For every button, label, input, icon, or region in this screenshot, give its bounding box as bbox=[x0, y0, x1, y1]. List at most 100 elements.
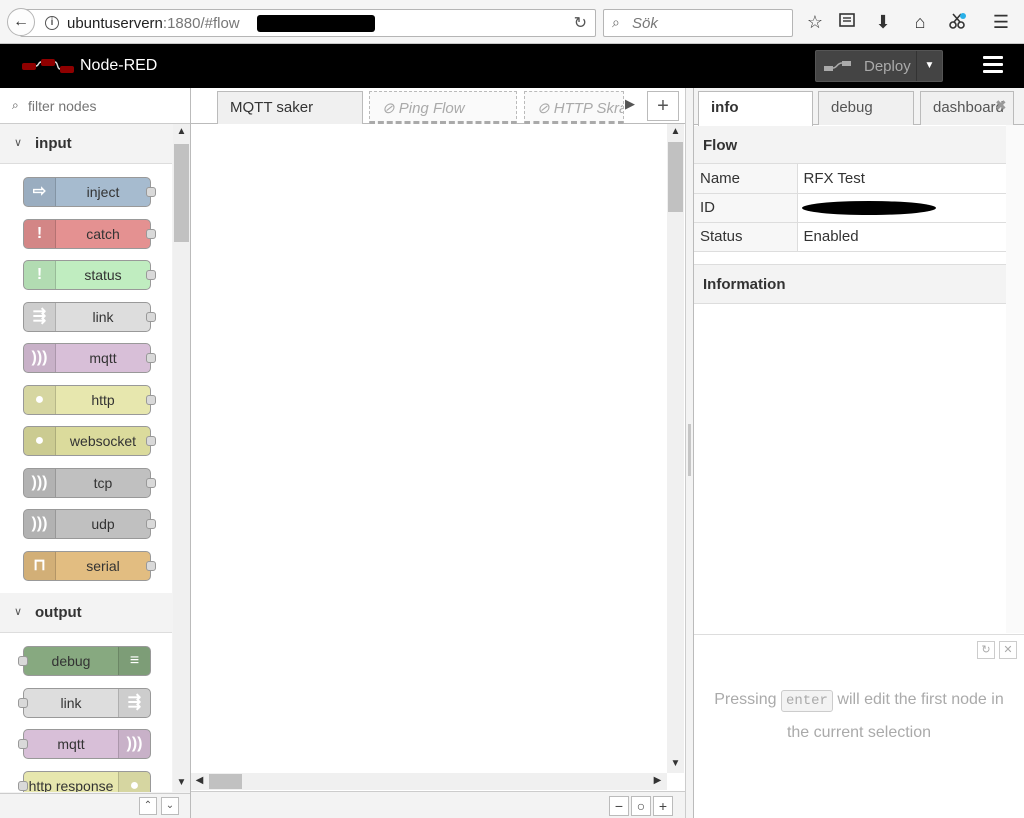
app-header: Node-RED Deploy ▼ bbox=[0, 44, 1024, 88]
reading-list-icon[interactable] bbox=[836, 11, 858, 33]
deploy-dropdown-caret-icon[interactable]: ▼ bbox=[916, 51, 942, 81]
palette-node-inject[interactable]: ⇨ inject bbox=[23, 177, 156, 207]
palette-node-http-response[interactable]: ● http response bbox=[18, 770, 151, 792]
deploy-label: Deploy bbox=[864, 58, 911, 75]
home-icon[interactable]: ⌂ bbox=[909, 11, 931, 33]
tab-label: debug bbox=[831, 99, 873, 116]
refresh-tip-icon[interactable]: ↻ bbox=[977, 641, 995, 659]
node-label: inject bbox=[86, 184, 120, 200]
scroll-down-icon[interactable]: ▼ bbox=[173, 777, 190, 788]
palette-node-serial[interactable]: ⊓ serial bbox=[23, 550, 156, 581]
node-label: serial bbox=[86, 557, 120, 574]
property-key: ID bbox=[694, 193, 798, 223]
close-icon[interactable]: ✕ bbox=[999, 641, 1017, 659]
palette-footer: ⌃ ⌄ bbox=[0, 793, 190, 818]
sidebar-scrollbar[interactable] bbox=[1006, 125, 1024, 633]
bridge-icon: ))) bbox=[118, 730, 150, 758]
tip-text: Pressing enter will edit the first node … bbox=[714, 683, 1004, 749]
back-button[interactable]: ← bbox=[7, 8, 35, 36]
palette-node-mqtt[interactable]: ))) mqtt bbox=[23, 343, 156, 373]
tab-label: info bbox=[711, 99, 739, 116]
canvas-vertical-scrollbar[interactable]: ▲ ▼ bbox=[667, 124, 684, 773]
url-text[interactable]: ubuntuservern:1880/#flow bbox=[67, 15, 240, 32]
palette-node-tcp[interactable]: ))) tcp bbox=[23, 467, 156, 498]
main-menu-icon[interactable] bbox=[983, 56, 1003, 76]
palette-node-http[interactable]: ● http bbox=[23, 384, 156, 415]
flow-section-header[interactable]: Flow bbox=[694, 126, 1006, 164]
sidebar-tabs: info debug dashboard ✖ bbox=[694, 88, 1024, 126]
sidebar-splitter[interactable] bbox=[685, 88, 693, 818]
tab-flow-3[interactable]: ⊘ HTTP Skrap bbox=[524, 91, 624, 124]
node-label: udp bbox=[91, 516, 115, 532]
tab-debug[interactable]: debug bbox=[818, 91, 914, 125]
table-row: Name RFX Test bbox=[694, 164, 1006, 194]
browser-search-input[interactable]: ⌕ Sök bbox=[603, 9, 793, 37]
palette-node-link[interactable]: ⇶ link bbox=[23, 301, 156, 332]
tips-panel: ↻ ✕ Pressing enter will edit the first n… bbox=[694, 634, 1024, 818]
zoom-reset-button[interactable]: ○ bbox=[631, 796, 651, 816]
canvas-horizontal-scrollbar[interactable]: ◀ ▶ bbox=[191, 773, 667, 790]
palette-node-link[interactable]: ⇶ link bbox=[18, 687, 151, 718]
scroll-left-icon[interactable]: ◀ bbox=[191, 775, 208, 786]
zoom-out-button[interactable]: − bbox=[609, 796, 629, 816]
url-bar[interactable]: i ubuntuservern:1880/#flow ↻ bbox=[20, 9, 596, 37]
node-port bbox=[146, 519, 156, 529]
browser-menu-icon[interactable]: ☰ bbox=[990, 11, 1012, 33]
close-icon[interactable]: ✖ bbox=[995, 97, 1007, 114]
node-port bbox=[18, 780, 28, 791]
expand-all-button[interactable]: ⌃ bbox=[139, 797, 157, 815]
tab-scroll-right-icon[interactable]: ▶ bbox=[625, 96, 635, 112]
bookmark-star-icon[interactable]: ☆ bbox=[804, 11, 826, 33]
palette-search: ⌕ bbox=[0, 88, 190, 124]
scroll-down-icon[interactable]: ▼ bbox=[667, 758, 684, 769]
palette-node-status[interactable]: ! status bbox=[23, 260, 156, 290]
reload-icon[interactable]: ↻ bbox=[574, 13, 587, 33]
exclamation-icon: ! bbox=[24, 261, 56, 289]
palette-node-websocket[interactable]: ● websocket bbox=[23, 426, 156, 456]
palette-node-catch[interactable]: ! catch bbox=[23, 218, 156, 249]
scroll-right-icon[interactable]: ▶ bbox=[649, 775, 666, 786]
bridge-icon: ))) bbox=[24, 344, 56, 372]
scrollbar-thumb[interactable] bbox=[174, 144, 189, 242]
add-flow-button[interactable]: + bbox=[647, 91, 679, 121]
palette-category-input[interactable]: ∨ input bbox=[0, 124, 172, 164]
scrollbar-thumb[interactable] bbox=[668, 142, 683, 212]
filter-nodes-input[interactable] bbox=[28, 96, 178, 116]
chevron-down-icon: ∨ bbox=[14, 606, 23, 618]
download-icon[interactable]: ⬇ bbox=[872, 11, 894, 33]
palette-node-mqtt[interactable]: ))) mqtt bbox=[18, 729, 151, 759]
tab-label: dashboard bbox=[933, 99, 1004, 116]
splitter-grip[interactable] bbox=[688, 424, 691, 476]
property-key: Status bbox=[694, 222, 798, 252]
tab-label: Ping Flow bbox=[398, 100, 465, 117]
zoom-in-button[interactable]: + bbox=[653, 796, 673, 816]
palette-category-output[interactable]: ∨ output bbox=[0, 593, 172, 633]
node-label: link bbox=[92, 308, 114, 325]
tab-flow-1[interactable]: MQTT saker bbox=[217, 91, 363, 124]
scroll-up-icon[interactable]: ▲ bbox=[667, 126, 684, 137]
category-label: input bbox=[35, 135, 72, 152]
property-value: RFX Test bbox=[797, 164, 1006, 194]
palette-node-udp[interactable]: ))) udp bbox=[23, 509, 156, 539]
section-title: Flow bbox=[703, 137, 738, 154]
flow-canvas[interactable] bbox=[191, 124, 667, 773]
table-row: Status Enabled bbox=[694, 222, 1006, 252]
tab-flow-2[interactable]: ⊘ Ping Flow bbox=[369, 91, 517, 124]
disabled-icon: ⊘ bbox=[537, 100, 554, 117]
node-label: mqtt bbox=[57, 736, 85, 752]
extension-icon[interactable] bbox=[946, 11, 968, 33]
deploy-button[interactable]: Deploy ▼ bbox=[815, 50, 943, 82]
tab-label: HTTP Skrap bbox=[553, 100, 623, 117]
info-icon[interactable]: i bbox=[45, 16, 59, 30]
scrollbar-thumb[interactable] bbox=[209, 774, 242, 789]
globe-icon: ● bbox=[118, 771, 150, 792]
collapse-all-button[interactable]: ⌄ bbox=[161, 797, 179, 815]
workspace: MQTT saker ⊘ Ping Flow ⊘ HTTP Skrap ▶ + … bbox=[191, 88, 685, 818]
scroll-up-icon[interactable]: ▲ bbox=[173, 126, 190, 137]
information-section-header[interactable]: Information bbox=[694, 264, 1006, 304]
arrow-in-icon: ⇨ bbox=[24, 178, 56, 206]
palette-node-debug[interactable]: ≡ debug bbox=[18, 646, 151, 676]
globe-icon: ● bbox=[24, 427, 56, 455]
tab-info[interactable]: info bbox=[698, 91, 813, 126]
palette-scrollbar[interactable]: ▲ ▼ bbox=[173, 124, 190, 792]
